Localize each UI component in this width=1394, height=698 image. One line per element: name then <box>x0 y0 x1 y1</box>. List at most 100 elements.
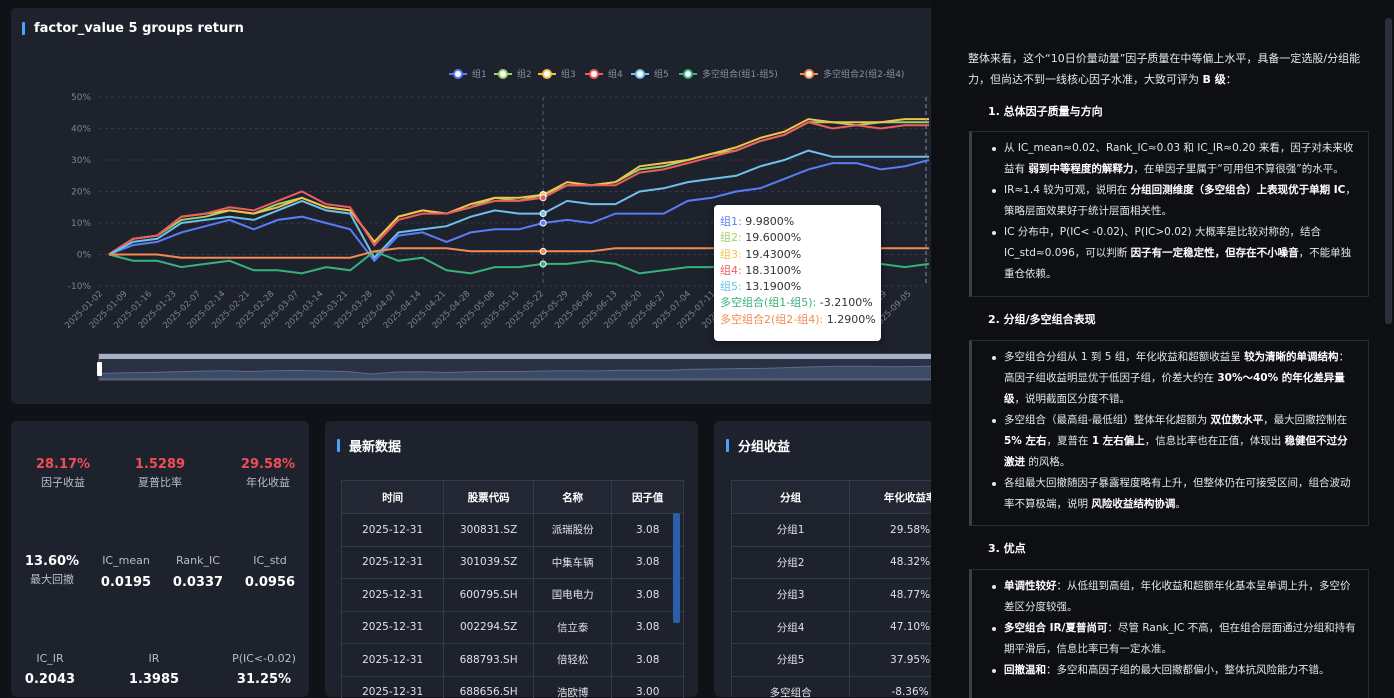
table-cell: 浩欧博 <box>532 675 613 698</box>
table-header[interactable]: 时间 <box>340 480 445 514</box>
table-cell: 3.00 <box>611 675 684 698</box>
tooltip-row: 组2: 19.6000% <box>720 231 802 245</box>
tooltip-row: 组5: 13.1900% <box>720 280 802 294</box>
y-tick-label: 10% <box>71 219 91 229</box>
table-header[interactable]: 股票代码 <box>443 480 534 514</box>
section-3-title: 3. 优点 <box>988 542 1026 555</box>
table-cell: 2025-12-31 <box>340 545 445 579</box>
tooltip-row: 多空组合2(组2-组4): 1.2900% <box>720 312 876 326</box>
analysis-bullet: 单调性较好：从低组到高组，年化收益和超额年化基本呈单调上升，多空价差区分度较强。 <box>992 576 1358 618</box>
table-row[interactable]: 2025-12-31 600795.SH 国电电力 3.08 <box>340 578 684 612</box>
stat-p-ic: P(IC<-0.02) 31.25% <box>232 652 296 687</box>
svg-text:多空组合(组1-组5): 多空组合(组1-组5) <box>702 68 778 80</box>
chart-tooltip: 组1: 9.9800% 组2: 19.6000% 组3: 19.4300% 组4: 1… <box>714 205 881 341</box>
stat-ic-std: IC_std 0.0956 <box>244 554 296 590</box>
table-cell: 301039.SZ <box>443 545 534 579</box>
table-row[interactable]: 2025-12-31 300831.SZ 派瑞股份 3.08 <box>340 513 684 547</box>
table-header[interactable]: 年化收益率 <box>849 480 944 514</box>
table-cell: 600795.SH <box>443 578 534 612</box>
stat-ic-ir: IC_IR 0.2043 <box>24 652 76 687</box>
section-1-title: 1. 总体因子质量与方向 <box>988 105 1103 118</box>
table-scrollbar[interactable] <box>673 513 680 623</box>
table-row[interactable]: 分组3 48.77% <box>730 578 944 612</box>
latest-data-panel: 最新数据 时间 股票代码 名称 因子值 2025-12-31 300831.SZ 派瑞股份 3… <box>325 421 698 698</box>
svg-text:组5: 组5 <box>654 68 669 80</box>
legend-item[interactable]: 组3 <box>538 68 576 80</box>
analysis-bullet: 从 IC_mean≈0.02、Rank_IC≈0.03 和 IC_IR≈0.20… <box>992 138 1358 180</box>
table-row[interactable]: 2025-12-31 688656.SH 浩欧博 3.00 <box>340 675 684 698</box>
table-row[interactable]: 分组2 48.32% <box>730 545 944 579</box>
legend-item[interactable]: 组2 <box>494 68 532 80</box>
legend-item[interactable]: 组4 <box>585 68 623 80</box>
table-cell: 多空组合 <box>730 675 851 697</box>
svg-text:多空组合2(组2-组4): 多空组合2(组2-组4) <box>823 68 904 80</box>
stat-ir: IR 1.3985 <box>128 652 180 687</box>
stat-factor-return: 28.17% 因子收益 <box>35 457 91 489</box>
analysis-bullet: IR≈1.4 较为可观，说明在 分组回测维度（多空组合）上表现优于单期 IC，策… <box>992 180 1358 222</box>
analysis-bullet: 回撤温和：多空和高因子组的最大回撤都偏小，整体抗风险能力不错。 <box>992 660 1358 681</box>
table-header[interactable]: 分组 <box>730 480 851 514</box>
analysis-intro: 整体来看，这个“10日价量动量”因子质量在中等偏上水平，具备一定选股/分组能力，… <box>968 52 1361 86</box>
y-tick-label: 20% <box>71 188 91 198</box>
analysis-bullet: 多空组合（最高组-最低组）整体年化超额为 双位数水平，最大回撤控制在 5% 左右… <box>992 410 1358 473</box>
analysis-panel: 整体来看，这个“10日价量动量”因子质量在中等偏上水平，具备一定选股/分组能力，… <box>931 0 1394 698</box>
hover-point <box>539 219 547 227</box>
latest-data-table: 时间 股票代码 名称 因子值 2025-12-31 300831.SZ 派瑞股份 3.08 20… <box>340 480 684 698</box>
table-cell: 47.10% <box>849 610 944 644</box>
analysis-bullet: 多空组合 IR/夏普尚可：尽管 Rank_IC 不高，但在组合层面通过分组和持有… <box>992 618 1358 660</box>
table-row[interactable]: 多空组合 -8.36% <box>730 675 944 697</box>
table-cell: 48.77% <box>849 578 944 612</box>
svg-text:组4: 组4 <box>608 68 623 80</box>
legend-item[interactable]: 组5 <box>631 68 669 80</box>
legend-item[interactable]: 多空组合(组1-组5) <box>679 68 778 80</box>
stats-panel: 28.17% 因子收益 1.5289 夏普比率 29.58% 年化收益 13.60% 最… <box>11 421 309 697</box>
table-row[interactable]: 2025-12-31 301039.SZ 中集车辆 3.08 <box>340 545 684 579</box>
table-cell: 分组3 <box>730 578 851 612</box>
table-row[interactable]: 分组4 47.10% <box>730 610 944 644</box>
table-row[interactable]: 分组1 29.58% <box>730 513 944 547</box>
tooltip-row: 多空组合(组1-组5): -3.2100% <box>720 296 873 310</box>
hover-point <box>539 260 547 268</box>
tooltip-row: 组3: 19.4300% <box>720 247 802 261</box>
table-cell: 3.08 <box>611 643 684 677</box>
stat-sharpe: 1.5289 夏普比率 <box>134 457 186 489</box>
analysis-bullet: 多空组合分组从 1 到 5 组，年化收益和超额收益呈 较为清晰的单调结构：高因子… <box>992 347 1358 410</box>
table-cell: 分组4 <box>730 610 851 644</box>
table-header[interactable]: 因子值 <box>611 480 684 514</box>
table-cell: 2025-12-31 <box>340 513 445 547</box>
datazoom-handle-left[interactable] <box>97 362 102 376</box>
svg-text:组1: 组1 <box>472 68 487 80</box>
analysis-bullet: IC 分布中，P(IC< -0.02)、P(IC>0.02) 大概率是比较对称的… <box>992 222 1358 285</box>
latest-title: 最新数据 <box>337 436 401 455</box>
section-1-card: 从 IC_mean≈0.02、Rank_IC≈0.03 和 IC_IR≈0.20… <box>969 131 1369 297</box>
table-row[interactable]: 分组5 37.95% <box>730 643 944 677</box>
table-cell: 分组5 <box>730 643 851 677</box>
stat-annual: 29.58% 年化收益 <box>240 457 296 489</box>
group-title: 分组收益 <box>726 436 790 455</box>
table-cell: 002294.SZ <box>443 610 534 644</box>
table-cell: 国电电力 <box>532 578 613 612</box>
analysis-scrollbar[interactable] <box>1385 18 1392 324</box>
legend-item[interactable]: 多空组合2(组2-组4) <box>800 68 904 80</box>
table-header[interactable]: 名称 <box>532 480 613 514</box>
table-row[interactable]: 2025-12-31 688793.SH 倍轻松 3.08 <box>340 643 684 677</box>
table-cell: 分组2 <box>730 545 851 579</box>
section-2-title: 2. 分组/多空组合表现 <box>988 313 1096 326</box>
svg-text:组3: 组3 <box>561 68 576 80</box>
section-2-card: 多空组合分组从 1 到 5 组，年化收益和超额收益呈 较为清晰的单调结构：高因子… <box>969 340 1369 526</box>
table-row[interactable]: 2025-12-31 002294.SZ 信立泰 3.08 <box>340 610 684 644</box>
table-cell: 倍轻松 <box>532 643 613 677</box>
hover-point <box>539 210 547 218</box>
table-cell: 2025-12-31 <box>340 643 445 677</box>
table-cell: 中集车辆 <box>532 545 613 579</box>
legend-item[interactable]: 组1 <box>449 68 487 80</box>
hover-point <box>539 247 547 255</box>
table-cell: 派瑞股份 <box>532 513 613 547</box>
table-cell: 29.58% <box>849 513 944 547</box>
table-cell: 分组1 <box>730 513 851 547</box>
group-return-table: 分组 年化收益率 分组1 29.58% 分组2 48.32% 分组3 48.77% 分组4 47.… <box>730 480 944 697</box>
datazoom-top-bar <box>99 354 941 359</box>
tooltip-row: 组1: 9.9800% <box>720 215 795 228</box>
y-tick-label: 50% <box>71 93 91 103</box>
table-cell: 2025-12-31 <box>340 578 445 612</box>
